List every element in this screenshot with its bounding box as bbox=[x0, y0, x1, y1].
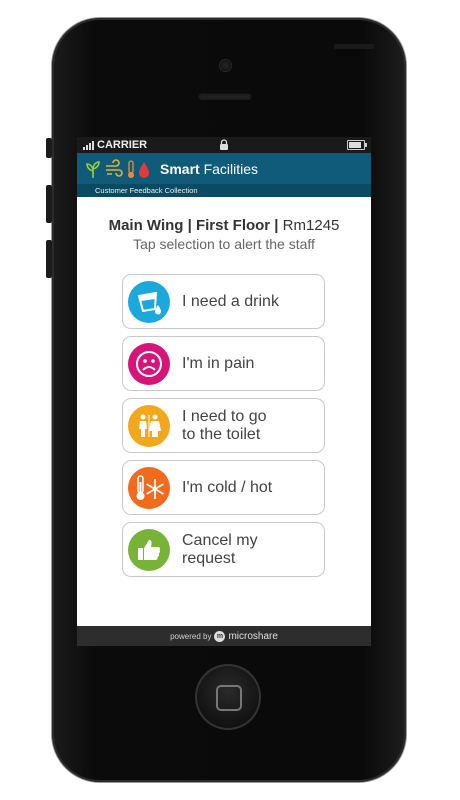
microshare-logo-icon: m bbox=[214, 630, 226, 642]
earpiece-speaker bbox=[198, 92, 252, 100]
choice-label: I need a drink bbox=[182, 292, 279, 310]
cold-hot-button[interactable]: I'm cold / hot bbox=[122, 460, 325, 515]
mute-switch[interactable] bbox=[46, 138, 52, 158]
plant-icon bbox=[86, 160, 100, 178]
battery-icon bbox=[347, 140, 367, 150]
thermometer-snowflake-icon bbox=[128, 466, 170, 509]
in-pain-button[interactable]: I'm in pain bbox=[122, 336, 325, 391]
toilet-icon bbox=[128, 404, 170, 447]
need-drink-button[interactable]: I need a drink bbox=[122, 274, 325, 329]
choice-label: I'm cold / hot bbox=[182, 478, 273, 496]
choice-label: I need to go to the toilet bbox=[182, 407, 267, 443]
cancel-request-button[interactable]: Cancel my request bbox=[122, 522, 325, 577]
microshare-brand: microshare bbox=[228, 630, 278, 642]
choice-label: Cancel my request bbox=[182, 531, 258, 567]
volume-down-button[interactable] bbox=[46, 240, 52, 278]
temperature-icon bbox=[128, 159, 134, 178]
water-drop-icon bbox=[139, 161, 149, 178]
footer: powered by m microshare bbox=[77, 626, 371, 646]
front-camera bbox=[220, 60, 231, 71]
volume-up-button[interactable] bbox=[46, 185, 52, 223]
instruction-text: Tap selection to alert the staff bbox=[133, 236, 315, 252]
choice-label: I'm in pain bbox=[182, 354, 255, 372]
sad-face-icon bbox=[128, 342, 170, 385]
app-logo bbox=[85, 158, 150, 179]
status-bar: CARRIER bbox=[77, 137, 371, 153]
toilet-button[interactable]: I need to go to the toilet bbox=[122, 398, 325, 453]
room-location: Main Wing | First Floor | Rm1245 bbox=[108, 217, 340, 234]
signal-icon bbox=[83, 140, 94, 150]
powered-by-label: powered by bbox=[170, 631, 212, 641]
power-button[interactable] bbox=[334, 44, 374, 49]
phone-screen: CARRIER Smart Facilities Customer Feedba… bbox=[77, 137, 371, 646]
app-header: Smart Facilities bbox=[77, 153, 371, 184]
app-subtitle: Customer Feedback Collection bbox=[77, 184, 371, 197]
app-title: Smart Facilities bbox=[160, 160, 259, 177]
thumbs-up-icon bbox=[128, 528, 170, 571]
lock-icon bbox=[220, 139, 228, 150]
home-button[interactable] bbox=[195, 664, 261, 730]
carrier-label: CARRIER bbox=[97, 139, 148, 151]
glass-water-icon bbox=[128, 280, 170, 323]
wind-icon bbox=[106, 158, 123, 177]
